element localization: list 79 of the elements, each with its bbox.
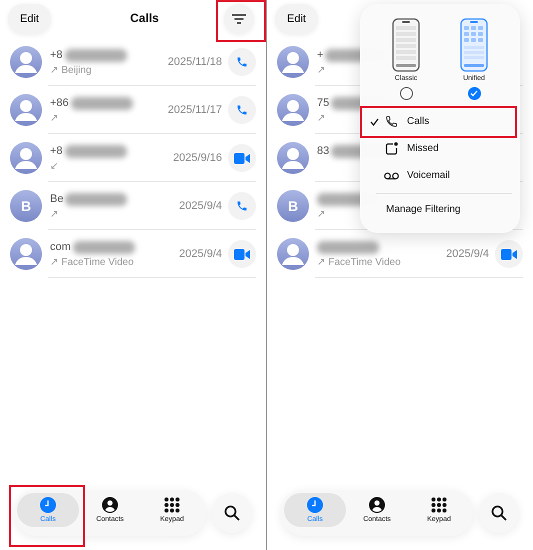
- call-button[interactable]: [228, 48, 256, 76]
- edit-button[interactable]: Edit: [275, 4, 318, 34]
- caller-name: +: [317, 49, 324, 61]
- video-camera-icon: [234, 152, 250, 164]
- avatar: [277, 46, 309, 78]
- caller-name: Be: [50, 193, 64, 205]
- call-date: 2025/9/4: [446, 248, 489, 260]
- direction-arrow: ↙: [50, 160, 58, 172]
- keypad-icon: [431, 497, 447, 513]
- caller-name: com: [50, 241, 71, 253]
- call-date: 2025/9/4: [179, 200, 222, 212]
- screen-title: Calls: [130, 11, 159, 25]
- voicemail-icon: [384, 172, 399, 180]
- caller-name: +8: [50, 49, 63, 61]
- call-button[interactable]: [228, 192, 256, 220]
- search-icon: [224, 505, 240, 521]
- phone-icon: [236, 104, 248, 116]
- caller-name: +86: [50, 97, 69, 109]
- person-icon: [102, 497, 118, 513]
- avatar: B: [10, 190, 42, 222]
- filter-icon: [232, 14, 246, 24]
- menu-item[interactable]: Voicemail: [360, 162, 520, 189]
- direction-arrow: ↗: [317, 256, 326, 268]
- redaction-smudge: [64, 144, 127, 158]
- video-call-button[interactable]: [228, 240, 256, 268]
- call-date: 2025/11/18: [168, 56, 222, 68]
- avatar: [277, 142, 309, 174]
- redaction-smudge: [64, 48, 127, 62]
- clock-icon: [307, 497, 323, 513]
- direction-arrow: ↗: [317, 64, 326, 76]
- direction-arrow: ↗: [50, 64, 58, 76]
- caller-name: 75: [317, 97, 330, 109]
- call-date: 2025/11/17: [168, 104, 222, 116]
- direction-arrow: ↗: [50, 208, 58, 220]
- redaction-smudge: [65, 192, 128, 206]
- person-icon: [369, 497, 385, 513]
- caller-name: +8: [50, 145, 63, 157]
- phone-icon: [236, 200, 248, 212]
- video-camera-icon: [234, 248, 250, 260]
- phone-icon: [384, 115, 399, 128]
- avatar: [10, 46, 42, 78]
- menu-item[interactable]: Missed: [360, 135, 520, 162]
- direction-arrow: ↗: [50, 256, 58, 268]
- call-date: 2025/9/16: [173, 152, 222, 164]
- avatar: [10, 238, 42, 270]
- avatar: [277, 238, 309, 270]
- search-icon: [491, 505, 507, 521]
- video-call-button[interactable]: [495, 240, 523, 268]
- call-detail: FaceTime Video: [61, 256, 134, 268]
- missed-call-icon: [384, 142, 399, 155]
- checkmark-icon: [470, 90, 478, 97]
- redaction-smudge: [70, 96, 133, 110]
- caller-name: 83: [317, 145, 330, 157]
- direction-arrow: ↗: [50, 112, 58, 124]
- phone-icon: [236, 56, 248, 68]
- direction-arrow: ↗: [317, 208, 326, 220]
- video-call-button[interactable]: [228, 144, 256, 172]
- menu-item[interactable]: Calls: [360, 108, 520, 135]
- direction-arrow: ↗: [317, 112, 326, 124]
- clock-icon: [40, 497, 56, 513]
- radio-button[interactable]: [400, 87, 412, 100]
- call-detail: Beijing: [61, 64, 92, 76]
- phone-layout-list-icon: [392, 18, 420, 72]
- filter-button[interactable]: [224, 4, 254, 34]
- edit-button[interactable]: Edit: [8, 4, 51, 34]
- phone-layout-grid-icon: [460, 18, 488, 72]
- video-camera-icon: [501, 248, 517, 260]
- keypad-icon: [164, 497, 180, 513]
- avatar: B: [277, 190, 309, 222]
- redaction-smudge: [317, 240, 379, 254]
- avatar: [10, 94, 42, 126]
- radio-button[interactable]: [468, 87, 480, 100]
- call-button[interactable]: [228, 96, 256, 124]
- redaction-smudge: [72, 240, 135, 254]
- avatar: [10, 142, 42, 174]
- menu-item[interactable]: Manage Filtering: [360, 196, 520, 223]
- avatar: [277, 94, 309, 126]
- call-date: 2025/9/4: [179, 248, 222, 260]
- call-detail: FaceTime Video: [328, 256, 401, 268]
